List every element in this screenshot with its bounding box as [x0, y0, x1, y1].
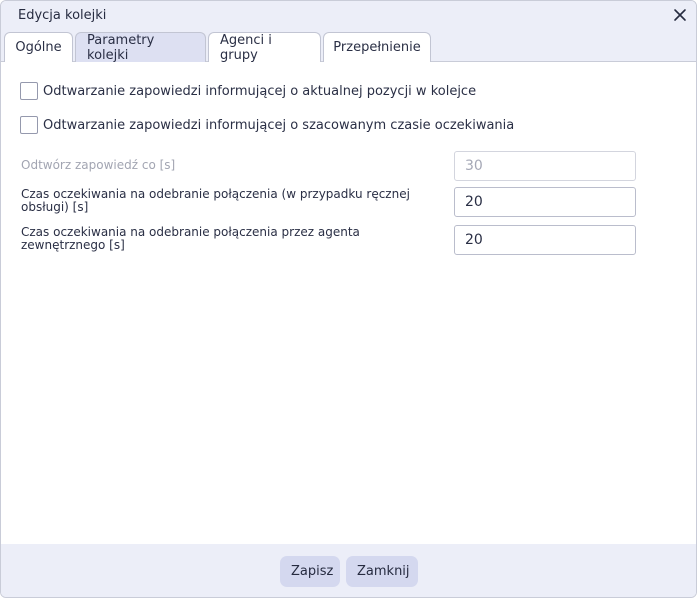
tab-content: Odtwarzanie zapowiedzi informującej o ak…	[1, 62, 696, 544]
close-button[interactable]: Zamknij	[346, 556, 418, 587]
tab-agents-groups[interactable]: Agenci i grupy	[208, 32, 321, 63]
announcement-interval-label: Odtwórz zapowiedź co [s]	[21, 158, 176, 172]
position-announcement-checkbox[interactable]	[20, 82, 38, 100]
announcement-interval-input[interactable]	[454, 151, 636, 181]
position-announcement-label: Odtwarzanie zapowiedzi informującej o ak…	[43, 83, 477, 99]
tab-general[interactable]: Ogólne	[4, 32, 73, 62]
tab-queue-parameters[interactable]: Parametry kolejki	[75, 32, 206, 63]
wait-time-announcement-checkbox[interactable]	[20, 116, 38, 134]
external-agent-timeout-label: Czas oczekiwania na odebranie połączenia…	[21, 225, 360, 252]
tab-label: Ogólne	[15, 40, 62, 55]
manual-answer-timeout-input[interactable]	[454, 187, 636, 217]
tab-label: Przepełnienie	[333, 40, 421, 55]
wait-time-announcement-label: Odtwarzanie zapowiedzi informującej o sz…	[43, 117, 515, 133]
close-icon[interactable]	[670, 5, 690, 25]
wait-time-announcement-option[interactable]: Odtwarzanie zapowiedzi informującej o sz…	[20, 116, 514, 134]
queue-edit-dialog: Edycja kolejki Ogólne Parametry kolejki …	[0, 0, 697, 598]
save-button[interactable]: Zapisz	[280, 556, 340, 587]
dialog-header: Edycja kolejki Ogólne Parametry kolejki …	[1, 1, 696, 63]
tab-label: Agenci i grupy	[220, 32, 272, 63]
tab-label: Parametry kolejki	[87, 32, 155, 63]
position-announcement-option[interactable]: Odtwarzanie zapowiedzi informującej o ak…	[20, 82, 476, 100]
external-agent-timeout-input[interactable]	[454, 225, 636, 255]
tab-bar: Ogólne Parametry kolejki Agenci i grupy …	[4, 32, 431, 63]
manual-answer-timeout-label: Czas oczekiwania na odebranie połączenia…	[21, 187, 410, 214]
dialog-title: Edycja kolejki	[18, 8, 107, 23]
dialog-footer: Zapisz Zamknij	[1, 544, 696, 597]
tab-overflow[interactable]: Przepełnienie	[323, 32, 431, 62]
